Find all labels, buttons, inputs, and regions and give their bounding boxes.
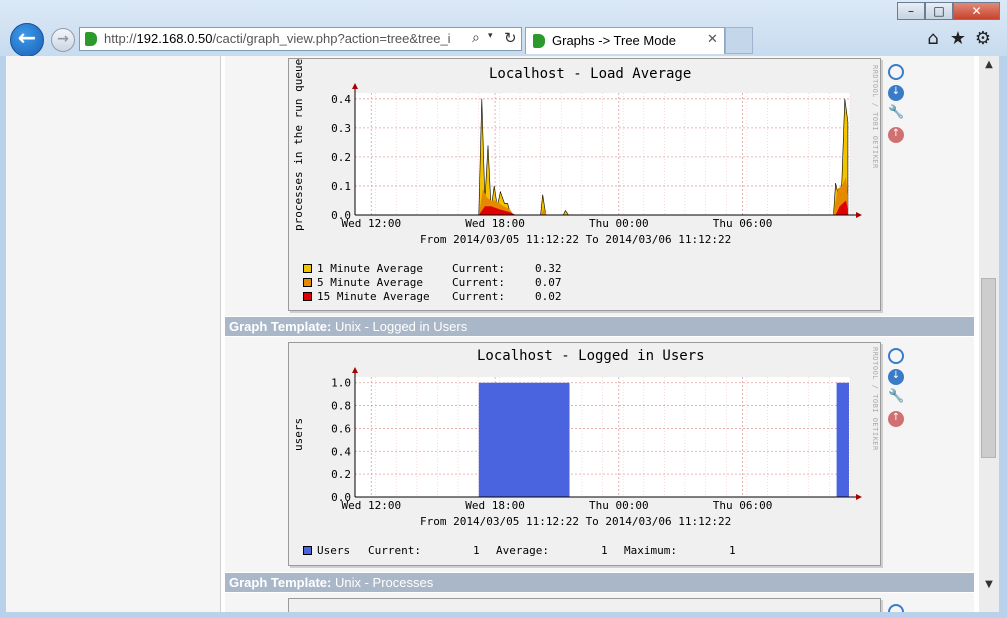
tab-graphs-tree-mode[interactable]: Graphs -> Tree Mode ✕ <box>525 27 725 54</box>
y-tick-label: 0.2 <box>331 151 351 164</box>
legend-label: Users <box>317 544 351 557</box>
graph-image-processes[interactable] <box>288 598 881 612</box>
y-tick-label: 0.1 <box>331 180 351 193</box>
graph-image-logged-in-users[interactable]: Localhost - Logged in Users users RRDTOO… <box>288 342 881 566</box>
download-icon[interactable]: ↓ <box>888 85 904 101</box>
y-tick-label: 1.0 <box>331 377 351 390</box>
legend-label: 15 Minute Average <box>317 290 430 303</box>
y-tick-label: 0.8 <box>331 400 351 413</box>
legend-label: 5 Minute Average <box>317 276 423 289</box>
tab-close-icon[interactable]: ✕ <box>707 32 718 47</box>
logged-in-users-chart: Wed 12:00 Wed 18:00 Thu 00:00 Thu 06:000.00… <box>331 367 862 512</box>
x-tick-label: Wed 18:00 <box>465 499 525 512</box>
page-viewport: Localhost - Load Average processes in th… <box>6 56 979 612</box>
tree-navigation-pane <box>6 56 221 612</box>
search-icon[interactable]: ⌕ <box>472 30 480 46</box>
legend-current-value: 1 <box>473 544 480 557</box>
move-up-icon[interactable]: ↑ <box>888 411 904 427</box>
legend-current-label: Current: <box>368 544 421 557</box>
y-tick-label: 0.0 <box>331 209 351 222</box>
url-host: 192.168.0.50 <box>136 31 213 46</box>
template-name: Unix - Logged in Users <box>334 319 468 334</box>
graph-image-load-average[interactable]: Localhost - Load Average processes in th… <box>288 58 881 311</box>
scroll-thumb[interactable] <box>981 278 996 458</box>
scroll-down-arrow-icon[interactable]: ▼ <box>979 576 999 594</box>
legend-swatch <box>303 546 312 555</box>
x-tick-label: Thu 00:00 <box>589 217 649 230</box>
legend-current-value: 0.32 <box>535 262 562 275</box>
close-window-button[interactable]: ✕ <box>953 2 1000 20</box>
tab-favicon-icon <box>533 34 545 48</box>
y-tick-label: 0.0 <box>331 491 351 504</box>
legend-current-value: 0.07 <box>535 276 562 289</box>
wrench-icon[interactable]: 🔧 <box>888 390 904 406</box>
legend-current-value: 0.02 <box>535 290 562 303</box>
template-label: Graph Template: <box>229 575 332 590</box>
legend-swatch <box>303 264 312 273</box>
graph-template-header: Graph Template: Unix - Logged in Users <box>225 317 974 336</box>
new-tab-button[interactable] <box>725 27 753 54</box>
browser-chrome: – □ ✕ ← → http://192.168.0.50/cacti/grap… <box>0 0 1007 57</box>
address-bar[interactable]: http://192.168.0.50/cacti/graph_view.php… <box>79 27 522 51</box>
legend-average-label: Average: <box>496 544 549 557</box>
y-tick-label: 0.4 <box>331 445 351 458</box>
gear-icon[interactable]: ⚙ <box>972 29 994 49</box>
legend-current-label: Current: <box>452 290 505 303</box>
y-tick-label: 0.3 <box>331 122 351 135</box>
x-axis-arrow <box>856 494 862 500</box>
legend-swatch <box>303 292 312 301</box>
maximize-button[interactable]: □ <box>925 2 953 20</box>
wrench-icon[interactable]: 🔧 <box>888 106 904 122</box>
legend-swatch <box>303 278 312 287</box>
zoom-icon[interactable] <box>888 348 904 364</box>
x-axis-arrow <box>856 212 862 218</box>
y-tick-label: 0.6 <box>331 422 351 435</box>
url-path: /cacti/graph_view.php?action=tree&tree_i <box>212 31 451 46</box>
refresh-icon[interactable]: ↻ <box>504 29 517 47</box>
y-tick-label: 0.4 <box>331 93 351 106</box>
template-name: Unix - Processes <box>334 575 434 590</box>
time-range-label: From 2014/03/05 11:12:22 To 2014/03/06 1… <box>420 515 732 528</box>
zoom-icon[interactable] <box>888 64 904 80</box>
url-prefix: http:// <box>104 31 137 46</box>
legend-maximum-label: Maximum: <box>624 544 677 557</box>
legend-label: 1 Minute Average <box>317 262 423 275</box>
legend-current-label: Current: <box>452 262 505 275</box>
forward-arrow-icon[interactable]: → <box>51 28 75 52</box>
template-label: Graph Template: <box>229 319 332 334</box>
legend-current-label: Current: <box>452 276 505 289</box>
dropdown-arrow-icon[interactable]: ▾ <box>488 31 493 41</box>
load-average-chart: Wed 12:00 Wed 18:00 Thu 00:00 Thu 06:000.00… <box>331 83 862 230</box>
y-axis-arrow <box>352 367 358 373</box>
y-tick-label: 0.2 <box>331 468 351 481</box>
legend-average-value: 1 <box>601 544 608 557</box>
x-tick-label: Thu 06:00 <box>713 499 773 512</box>
y-axis-arrow <box>352 83 358 89</box>
legend-maximum-value: 1 <box>729 544 736 557</box>
vertical-scrollbar[interactable]: ▲ ▼ <box>979 56 999 612</box>
time-range-label: From 2014/03/05 11:12:22 To 2014/03/06 1… <box>420 233 732 246</box>
site-favicon-icon <box>85 32 97 46</box>
download-icon[interactable]: ↓ <box>888 369 904 385</box>
graph-template-header: Graph Template: Unix - Processes <box>225 573 974 592</box>
star-icon[interactable]: ★ <box>947 29 969 49</box>
scroll-up-arrow-icon[interactable]: ▲ <box>979 56 999 74</box>
home-icon[interactable]: ⌂ <box>922 29 944 49</box>
url-text[interactable]: http://192.168.0.50/cacti/graph_view.php… <box>104 31 469 46</box>
minimize-button[interactable]: – <box>897 2 925 20</box>
move-up-icon[interactable]: ↑ <box>888 127 904 143</box>
x-tick-label: Thu 06:00 <box>713 217 773 230</box>
x-tick-label: Thu 00:00 <box>589 499 649 512</box>
tab-title: Graphs -> Tree Mode <box>552 33 676 48</box>
back-arrow-icon[interactable]: ← <box>10 23 44 57</box>
x-tick-label: Wed 18:00 <box>465 217 525 230</box>
